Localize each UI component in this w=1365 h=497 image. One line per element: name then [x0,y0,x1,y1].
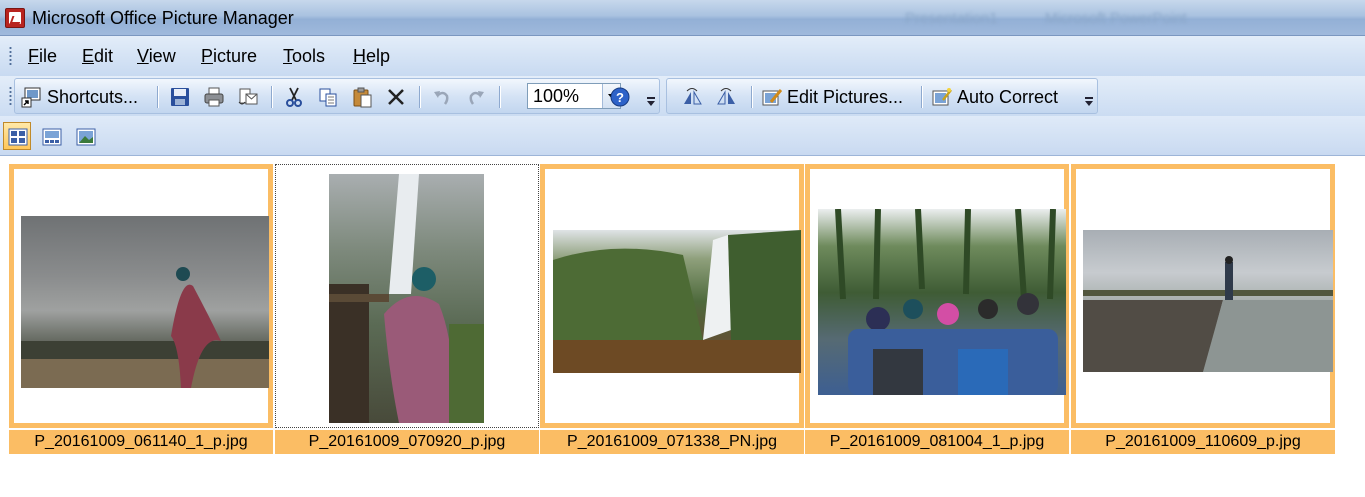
thumbnail-caption: P_20161009_110609_p.jpg [1071,430,1335,454]
toolbar-strip: Shortcuts... 100% ? Edit Pictures... Aut… [0,76,1365,116]
save-button[interactable] [169,85,191,109]
zoom-combobox[interactable]: 100% [527,83,621,109]
toolbar-separator [751,86,752,108]
thumbnail-caption: P_20161009_081004_1_p.jpg [805,430,1069,454]
thumbnail-frame[interactable] [275,164,539,428]
toolbar-options-icon[interactable] [1083,91,1095,111]
auto-correct-button[interactable]: Auto Correct [931,85,1058,109]
filmstrip-view-button[interactable] [37,122,65,150]
thumbnail-frame[interactable] [1071,164,1335,428]
help-button[interactable]: ? [609,85,631,109]
menu-edit[interactable]: Edit [82,46,113,67]
single-picture-view-icon [75,126,97,148]
toolbar-separator [271,86,272,108]
thumbnail-frame[interactable] [805,164,1069,428]
toolbar-separator [499,86,500,108]
cut-button[interactable] [283,85,305,109]
zoom-value: 100% [533,86,580,106]
shortcuts-label: Shortcuts... [47,86,139,107]
thumbnail-item[interactable]: P_20161009_071338_PN.jpg [540,164,804,454]
toolbar-options-icon[interactable] [645,91,657,111]
menu-view[interactable]: View [137,46,176,67]
edit-pictures-label: Edit Pictures... [787,86,904,107]
auto-correct-icon [931,86,953,108]
view-mode-bar [0,116,1365,156]
copy-icon [317,86,339,108]
thumbnail-item[interactable]: P_20161009_110609_p.jpg [1071,164,1335,454]
undo-button[interactable] [431,85,453,109]
rotate-left-button[interactable] [681,85,703,109]
cut-icon [283,86,305,108]
mail-button[interactable] [237,85,259,109]
paste-icon [351,86,373,108]
toolbar-separator [921,86,922,108]
menu-bar: File Edit View Picture Tools Help [0,36,1365,76]
rotate-left-icon [681,86,703,108]
undo-icon [431,86,453,108]
delete-icon [385,86,407,108]
toolbar-separator [157,86,158,108]
shortcuts-icon [21,86,43,108]
standard-toolbar: Shortcuts... 100% ? [14,78,660,114]
copy-button[interactable] [317,85,339,109]
picture-manager-app-icon[interactable] [5,8,25,28]
single-picture-view-button[interactable] [71,122,99,150]
redo-button[interactable] [465,85,487,109]
photo-group-in-bamboo-forest [818,209,1066,395]
menu-bar-grip[interactable] [9,46,12,66]
thumbnail-pane: P_20161009_061140_1_p.jpg P_20161009_070… [0,158,1365,497]
thumbnail-caption: P_20161009_061140_1_p.jpg [9,430,273,454]
svg-text:?: ? [616,90,624,105]
print-icon [203,86,225,108]
rotate-right-icon [715,86,737,108]
thumbnail-item[interactable]: P_20161009_061140_1_p.jpg [9,164,273,454]
thumbnail-caption: P_20161009_070920_p.jpg [275,430,539,454]
thumbnail-frame[interactable] [540,164,804,428]
edit-pictures-icon [761,86,783,108]
redo-icon [465,86,487,108]
shortcuts-button[interactable]: Shortcuts... [21,85,138,109]
photo-woman-on-beach [21,216,269,388]
paste-button[interactable] [351,85,373,109]
menu-picture[interactable]: Picture [201,46,257,67]
menu-tools[interactable]: Tools [283,46,325,67]
edit-pictures-button[interactable]: Edit Pictures... [761,85,903,109]
photo-woman-on-shore [1083,230,1333,372]
toolbar-grip[interactable] [9,86,12,106]
picture-toolbar: Edit Pictures... Auto Correct [666,78,1098,114]
menu-help[interactable]: Help [353,46,390,67]
rotate-right-button[interactable] [715,85,737,109]
thumbnail-view-button[interactable] [3,122,31,150]
print-button[interactable] [203,85,225,109]
thumbnail-item[interactable]: P_20161009_081004_1_p.jpg [805,164,1069,454]
help-icon: ? [609,86,631,108]
title-bar: Microsoft Office Picture Manager Present… [0,0,1365,36]
photo-woman-at-waterfall [329,174,484,423]
window-title: Microsoft Office Picture Manager [32,8,294,28]
background-window-title: Presentation1 [905,10,998,27]
thumbnail-item[interactable]: P_20161009_070920_p.jpg [275,164,539,454]
filmstrip-view-icon [41,126,63,148]
background-window-title: Microsoft PowerPoint [1045,10,1187,27]
mail-icon [237,86,259,108]
menu-file[interactable]: File [28,46,57,67]
thumbnail-frame[interactable] [9,164,273,428]
save-icon [169,86,191,108]
thumbnail-caption: P_20161009_071338_PN.jpg [540,430,804,454]
photo-waterfall-landscape [553,230,801,373]
thumbnail-view-icon [7,126,29,148]
auto-correct-label: Auto Correct [957,86,1059,107]
delete-button[interactable] [385,85,407,109]
toolbar-separator [419,86,420,108]
